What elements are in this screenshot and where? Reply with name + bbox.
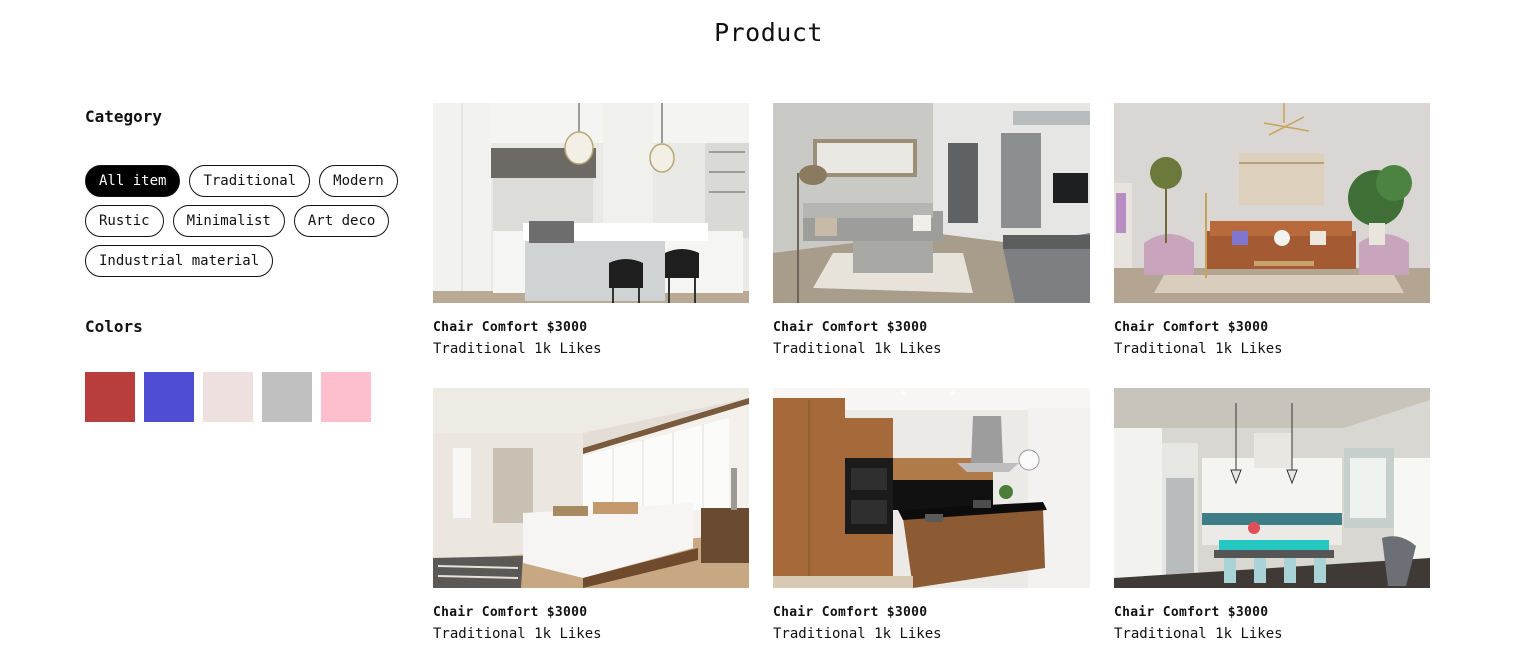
- product-card[interactable]: Chair Comfort $3000 Traditional 1k Likes: [433, 388, 749, 664]
- product-title: Chair Comfort $3000: [1114, 605, 1430, 620]
- product-card[interactable]: Chair Comfort $3000 Traditional 1k Likes: [1114, 103, 1430, 388]
- product-likes: 1k Likes: [1215, 341, 1283, 357]
- color-swatch-pink[interactable]: [321, 372, 371, 422]
- product-price: $3000: [1227, 320, 1269, 335]
- product-meta: Traditional 1k Likes: [773, 626, 1090, 642]
- product-title: Chair Comfort $3000: [433, 605, 749, 620]
- page-title: Product: [714, 18, 823, 47]
- product-grid: Chair Comfort $3000 Traditional 1k Likes: [433, 103, 1430, 664]
- category-chip-art-deco[interactable]: Art deco: [293, 205, 390, 237]
- product-likes: 1k Likes: [534, 341, 602, 357]
- product-price: $3000: [546, 320, 588, 335]
- product-title: Chair Comfort $3000: [773, 605, 1090, 620]
- category-chip-traditional[interactable]: Traditional: [189, 165, 311, 197]
- product-name: Chair Comfort: [773, 605, 879, 620]
- product-name: Chair Comfort: [773, 320, 879, 335]
- category-heading: Category: [85, 107, 163, 126]
- color-swatch-list: [85, 372, 415, 422]
- product-price: $3000: [1227, 605, 1269, 620]
- product-image: [1114, 388, 1430, 588]
- product-name: Chair Comfort: [433, 320, 539, 335]
- filter-sidebar: Category All item Traditional Modern Rus…: [85, 105, 415, 422]
- product-style: Traditional: [773, 341, 866, 357]
- product-meta: Traditional 1k Likes: [773, 341, 1090, 357]
- category-chip-all-item[interactable]: All item: [85, 165, 181, 197]
- product-name: Chair Comfort: [1114, 605, 1220, 620]
- product-card[interactable]: Chair Comfort $3000 Traditional 1k Likes: [773, 388, 1090, 664]
- product-style: Traditional: [1114, 341, 1207, 357]
- category-chip-industrial-material[interactable]: Industrial material: [85, 245, 274, 277]
- product-likes: 1k Likes: [874, 626, 942, 642]
- product-style: Traditional: [433, 626, 526, 642]
- category-chip-minimalist[interactable]: Minimalist: [172, 205, 285, 237]
- colors-heading: Colors: [85, 317, 143, 336]
- category-chip-list: All item Traditional Modern Rustic Minim…: [85, 165, 415, 277]
- product-card[interactable]: Chair Comfort $3000 Traditional 1k Likes: [773, 103, 1090, 388]
- product-image: [433, 388, 749, 588]
- product-image: [433, 103, 749, 303]
- product-card[interactable]: Chair Comfort $3000 Traditional 1k Likes: [1114, 388, 1430, 664]
- product-likes: 1k Likes: [534, 626, 602, 642]
- product-meta: Traditional 1k Likes: [433, 341, 749, 357]
- product-title: Chair Comfort $3000: [433, 320, 749, 335]
- category-chip-rustic[interactable]: Rustic: [85, 205, 164, 237]
- category-chip-modern[interactable]: Modern: [319, 165, 398, 197]
- product-meta: Traditional 1k Likes: [433, 626, 749, 642]
- product-name: Chair Comfort: [1114, 320, 1220, 335]
- color-swatch-blush[interactable]: [203, 372, 253, 422]
- color-swatch-grey[interactable]: [262, 372, 312, 422]
- product-name: Chair Comfort: [433, 605, 539, 620]
- product-style: Traditional: [1114, 626, 1207, 642]
- product-price: $3000: [886, 605, 928, 620]
- product-card[interactable]: Chair Comfort $3000 Traditional 1k Likes: [433, 103, 749, 388]
- product-image: [773, 103, 1090, 303]
- product-style: Traditional: [773, 626, 866, 642]
- product-price: $3000: [546, 605, 588, 620]
- product-image: [773, 388, 1090, 588]
- product-meta: Traditional 1k Likes: [1114, 341, 1430, 357]
- product-style: Traditional: [433, 341, 526, 357]
- color-swatch-blue[interactable]: [144, 372, 194, 422]
- product-likes: 1k Likes: [1215, 626, 1283, 642]
- product-image: [1114, 103, 1430, 303]
- product-title: Chair Comfort $3000: [773, 320, 1090, 335]
- product-meta: Traditional 1k Likes: [1114, 626, 1430, 642]
- product-title: Chair Comfort $3000: [1114, 320, 1430, 335]
- color-swatch-red[interactable]: [85, 372, 135, 422]
- product-likes: 1k Likes: [874, 341, 942, 357]
- product-price: $3000: [886, 320, 928, 335]
